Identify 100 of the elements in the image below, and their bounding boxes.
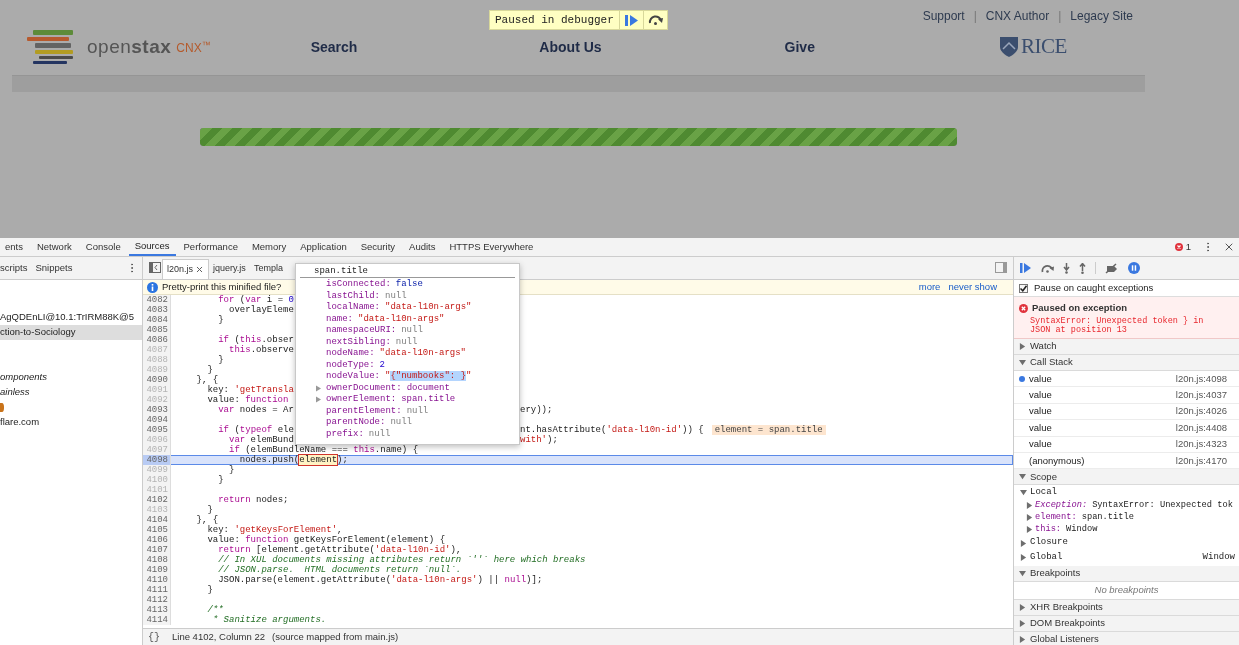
- disclosure-triangle-icon[interactable]: [1019, 569, 1026, 577]
- devtools-tab[interactable]: Network: [30, 238, 78, 256]
- info-link[interactable]: more: [918, 279, 941, 295]
- navigator-item[interactable]: omponents: [0, 370, 142, 385]
- devtools-tab[interactable]: ents: [0, 238, 29, 256]
- property-row[interactable]: ownerDocument: document: [316, 382, 450, 394]
- devtools-tab[interactable]: Memory: [245, 238, 293, 256]
- exception-message: SyntaxError: Unexpected token } in JSON at position 13: [1029, 317, 1205, 336]
- section-header[interactable]: Call Stack: [1014, 355, 1239, 371]
- navigator-tab[interactable]: scripts: [0, 260, 29, 276]
- code-text: return nodes;: [217, 495, 289, 505]
- checkbox[interactable]: [1019, 283, 1028, 293]
- section-header[interactable]: Breakpoints: [1014, 565, 1239, 582]
- code-text: }: [206, 585, 213, 595]
- disclosure-triangle-icon[interactable]: [1019, 473, 1026, 481]
- code-text: }: [217, 355, 224, 365]
- error-icon[interactable]: [1174, 243, 1183, 251]
- property-row-text: localName: "data-l10n-args": [325, 302, 472, 314]
- disclosure-triangle-icon[interactable]: [1020, 539, 1027, 547]
- property-row-text: nodeName: "data-l10n-args": [325, 348, 467, 360]
- code-text: // JSON.parse. HTML documents return `null`.: [217, 565, 462, 575]
- sidebar-toggle-icon[interactable]: [149, 262, 161, 273]
- sidebar-toggle-icon[interactable]: [995, 262, 1007, 273]
- code-text: return [element.getAttribute('data-l10n-id'),: [217, 545, 462, 555]
- code-text: var nodes = Ar: [217, 405, 294, 415]
- disclosure-triangle-icon[interactable]: [1019, 619, 1026, 627]
- disclosure-triangle-icon[interactable]: [1019, 343, 1026, 350]
- code-text: for (var i = 0: [217, 295, 294, 305]
- devtools-tab[interactable]: Audits: [403, 238, 442, 256]
- resume-icon[interactable]: [1020, 262, 1032, 274]
- devtools-tab[interactable]: Security: [354, 238, 402, 256]
- call-frame[interactable]: value l20n.js:4026: [1014, 403, 1239, 421]
- code-text: // In XUL documents missing attributes return `''` here which breaks: [217, 555, 586, 565]
- file-tab[interactable]: jquery.js: [209, 259, 250, 279]
- step-over-icon[interactable]: [1041, 263, 1054, 273]
- nav-link[interactable]: Search: [310, 36, 358, 58]
- exception-title: Paused on exception: [1032, 301, 1128, 315]
- top-link[interactable]: CNX Author: [985, 9, 1050, 23]
- navigator-item[interactable]: flare.com: [0, 415, 142, 430]
- scope-row[interactable]: Closure: [1014, 535, 1239, 551]
- call-frame[interactable]: value l20n.js:4098: [1014, 371, 1239, 388]
- scope-row[interactable]: Local: [1014, 485, 1239, 500]
- disclosure-triangle-icon[interactable]: [1020, 489, 1027, 497]
- navigator-item[interactable]: AgQDEnLI@10.1:TrIRM88K@5: [0, 310, 142, 325]
- frame-location: l20n.js:4026: [1175, 404, 1227, 419]
- scope-variable[interactable]: this: Window: [1035, 523, 1098, 537]
- navigator-item[interactable]: ainless: [0, 385, 142, 400]
- error-count[interactable]: 1: [1185, 239, 1191, 255]
- file-tab[interactable]: Templa: [249, 259, 287, 279]
- frame-name: (anonymous): [1029, 453, 1085, 468]
- logo-suffix: CNX$^{™}$: [176, 39, 211, 57]
- call-frame[interactable]: value l20n.js:4408: [1014, 420, 1239, 437]
- navigator-tab[interactable]: Snippets: [34, 260, 74, 276]
- devtools-tab[interactable]: HTTPS Everywhere: [443, 238, 540, 256]
- code-text: nt.hasAttribute('data-l10n-id')) {: [520, 425, 704, 435]
- devtools-tab[interactable]: Performance: [177, 238, 244, 256]
- section-header[interactable]: Watch: [1014, 339, 1239, 355]
- code-text: }: [217, 475, 224, 485]
- resume-icon: [624, 14, 638, 26]
- step-out-icon[interactable]: [1079, 262, 1086, 274]
- error-icon: [1019, 303, 1028, 313]
- disclosure-triangle-icon[interactable]: [1020, 554, 1027, 562]
- disclosure-triangle-icon[interactable]: [1019, 359, 1026, 366]
- code-text: }: [228, 465, 235, 475]
- section-header[interactable]: Scope: [1014, 469, 1239, 486]
- code-text: ery));: [520, 405, 553, 415]
- pause-on-exceptions-icon[interactable]: [1128, 262, 1140, 274]
- nav-link[interactable]: About Us: [539, 36, 602, 58]
- frame-location: l20n.js:4170: [1175, 453, 1227, 468]
- line-number[interactable]: 4114: [143, 615, 171, 625]
- checkbox-label[interactable]: Pause on caught exceptions: [1034, 280, 1154, 296]
- nav-link[interactable]: Give: [784, 36, 815, 58]
- property-row[interactable]: ownerElement: span.title: [316, 394, 456, 406]
- code-text: this.observe: [228, 345, 294, 355]
- info-link[interactable]: never show: [948, 279, 997, 295]
- step-into-icon[interactable]: [1063, 262, 1070, 274]
- disclosure-triangle-icon[interactable]: [1019, 603, 1026, 611]
- format-button[interactable]: {}: [148, 629, 160, 645]
- frame-name: value: [1029, 420, 1052, 435]
- close-icon[interactable]: [195, 265, 204, 274]
- disclosure-triangle-icon[interactable]: [1019, 635, 1026, 643]
- code-text: overlayEleme: [228, 305, 294, 315]
- devtools-tab[interactable]: Console: [79, 238, 127, 256]
- popover-title: span.title: [313, 265, 368, 277]
- file-tab[interactable]: l20n.js: [162, 259, 209, 279]
- scope-variable[interactable]: Exception: SyntaxError: Unexpected tok: [1035, 499, 1233, 513]
- scope-variable[interactable]: element: span.title: [1035, 511, 1134, 525]
- code-text: var elemBund: [228, 435, 294, 445]
- link-separator: |: [1058, 9, 1062, 23]
- top-link[interactable]: Legacy Site: [1070, 9, 1133, 23]
- top-link[interactable]: Support: [922, 9, 965, 23]
- devtools-tab[interactable]: Application: [294, 238, 353, 256]
- banner-text: Paused in debugger: [494, 12, 615, 28]
- call-frame[interactable]: value l20n.js:4037: [1014, 387, 1239, 404]
- close-icon[interactable]: [1223, 241, 1235, 253]
- scope-row[interactable]: Global Window: [1014, 550, 1239, 565]
- deactivate-breakpoints-icon[interactable]: [1105, 262, 1119, 274]
- call-frame[interactable]: value l20n.js:4323: [1014, 436, 1239, 453]
- code-text: if (typeof ele: [217, 425, 294, 435]
- navigator-item[interactable]: ction-to-Sociology: [0, 325, 142, 340]
